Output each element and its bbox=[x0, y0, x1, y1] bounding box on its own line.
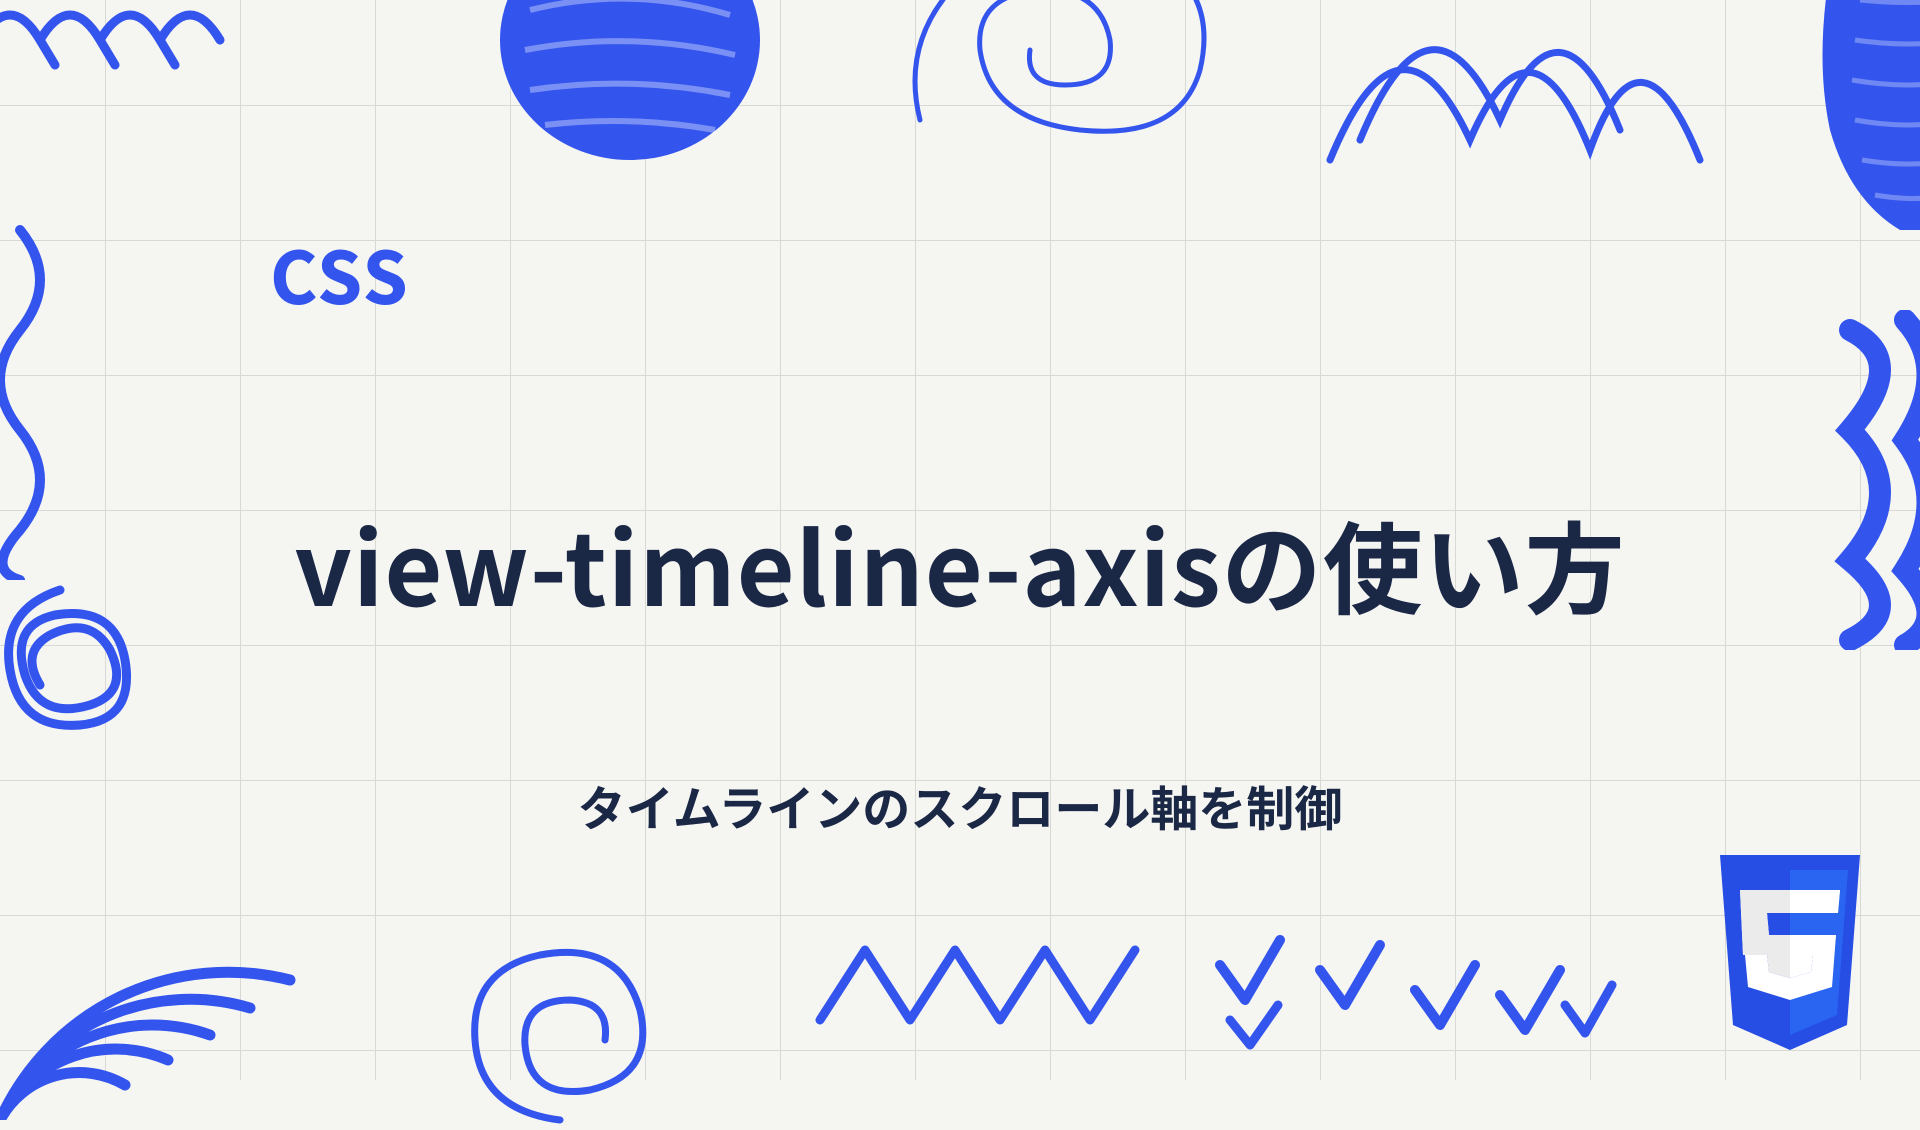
css3-logo-icon bbox=[1705, 855, 1875, 1050]
main-title: view-timeline-axisの使い方 bbox=[0, 490, 1920, 635]
category-label: CSS bbox=[270, 220, 410, 325]
subtitle: タイムラインのスクロール軸を制御 bbox=[0, 770, 1920, 840]
content-area: CSS view-timeline-axisの使い方 タイムラインのスクロール軸… bbox=[0, 0, 1920, 1080]
